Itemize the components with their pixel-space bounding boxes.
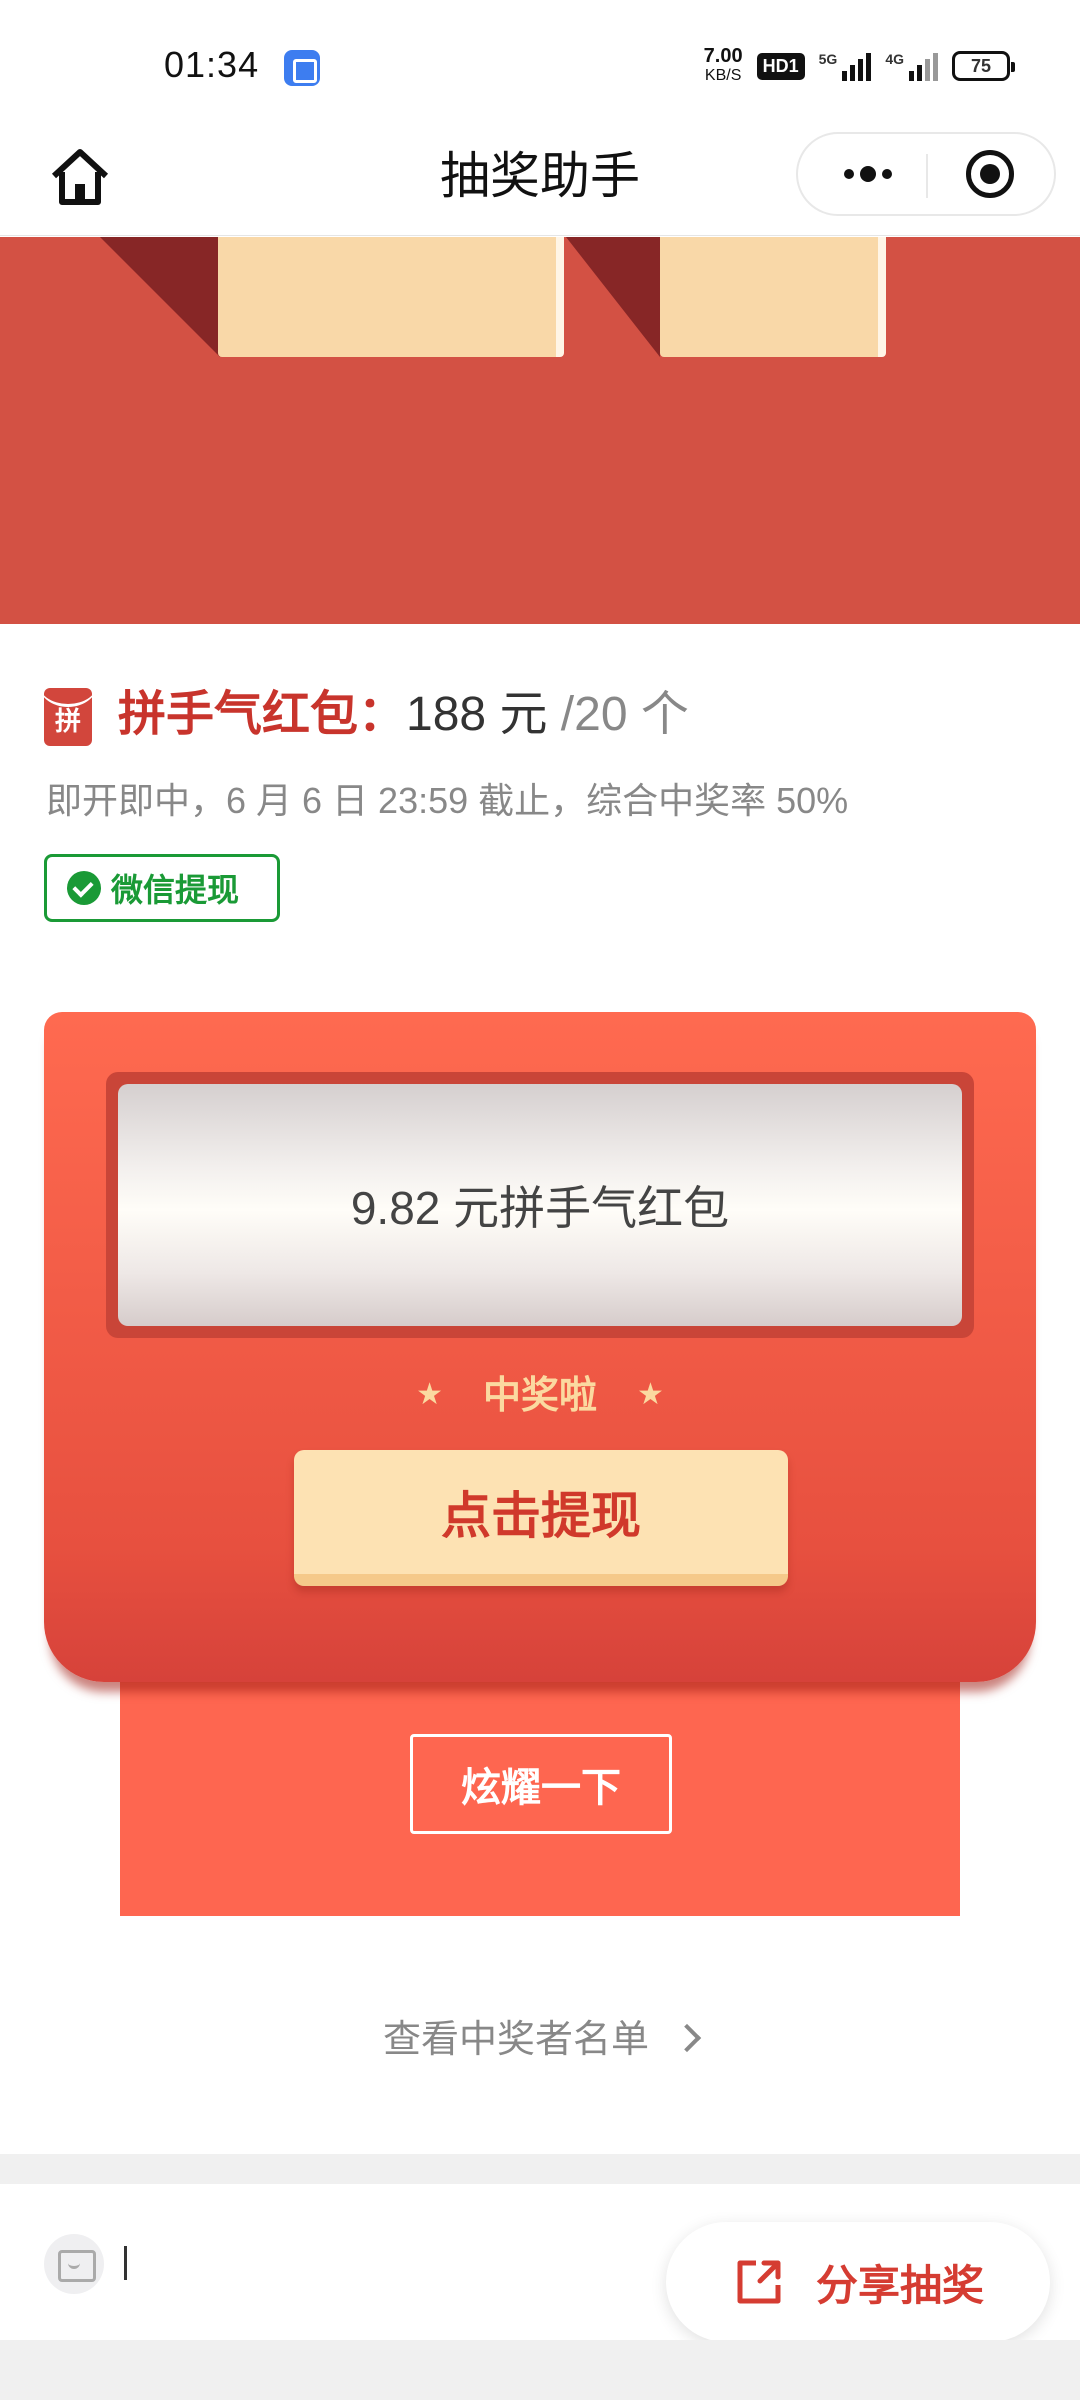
win-text: 中奖啦 bbox=[482, 1375, 597, 1417]
share-label: 分享抽奖 bbox=[815, 2261, 984, 2309]
prize-count: /20 个 bbox=[547, 688, 689, 741]
prize-name: 拼手气红包： bbox=[118, 688, 407, 741]
close-miniprogram-icon[interactable] bbox=[966, 150, 1014, 198]
more-icon[interactable] bbox=[818, 134, 918, 214]
prize-ticket: 9.82 元拼手气红包 bbox=[118, 1084, 962, 1326]
show-off-button[interactable]: 炫耀一下 bbox=[410, 1734, 672, 1834]
bottom-spacer bbox=[0, 2340, 1080, 2400]
signal-4g-icon: 4G bbox=[885, 51, 938, 81]
view-winners-label: 查看中奖者名单 bbox=[382, 2019, 649, 2061]
ticket-text: 9.82 元拼手气红包 bbox=[350, 1182, 730, 1234]
network-speed: 7.00 KB/S bbox=[703, 45, 743, 84]
star-icon: ★ bbox=[416, 1378, 443, 1411]
banner-card bbox=[218, 237, 564, 357]
status-bar: 01:34 7.00 KB/S HD1 5G 4G 75 bbox=[0, 0, 1080, 130]
nav-bar: 抽奖助手 bbox=[0, 130, 1080, 236]
status-time: 01:34 bbox=[164, 44, 260, 85]
section-divider bbox=[0, 2154, 1080, 2184]
prize-amount: 188 元 bbox=[406, 688, 548, 741]
prize-title: 拼手气红包：188 元 /20 个 bbox=[118, 682, 689, 748]
banner-card bbox=[660, 237, 886, 357]
star-icon: ★ bbox=[637, 1378, 664, 1411]
miniprogram-capsule bbox=[796, 132, 1056, 216]
user-avatar[interactable] bbox=[44, 2234, 104, 2294]
share-lottery-button[interactable]: 分享抽奖 bbox=[666, 2222, 1050, 2342]
signal-5g-icon: 5G bbox=[819, 51, 872, 81]
withdraw-button[interactable]: 点击提现 bbox=[294, 1450, 788, 1586]
win-banner: ★ 中奖啦 ★ bbox=[44, 1364, 1036, 1419]
banner-shadow bbox=[566, 237, 660, 357]
chevron-right-icon bbox=[672, 2023, 702, 2053]
pin-redpacket-icon: 拼 bbox=[44, 688, 92, 746]
capsule-divider bbox=[926, 154, 928, 198]
banner-shadow bbox=[100, 237, 220, 357]
hd-icon: HD1 bbox=[756, 52, 805, 80]
app-notification-icon bbox=[284, 50, 320, 86]
bottom-bar: 分享抽奖 bbox=[0, 2184, 1080, 2342]
share-icon bbox=[732, 2255, 786, 2309]
text-caret bbox=[124, 2246, 127, 2280]
banner bbox=[0, 237, 1080, 624]
status-indicators: 7.00 KB/S HD1 5G 4G 75 bbox=[703, 44, 1015, 88]
ticket-frame: 9.82 元拼手气红包 bbox=[106, 1072, 974, 1338]
red-envelope: 9.82 元拼手气红包 ★ 中奖啦 ★ 点击提现 bbox=[44, 1012, 1036, 1682]
wechat-withdraw-tag: 微信提现 bbox=[44, 854, 280, 922]
battery-icon: 75 bbox=[952, 51, 1015, 81]
envelope-pocket: 炫耀一下 bbox=[120, 1650, 960, 1916]
wechat-check-icon bbox=[67, 871, 101, 905]
wechat-withdraw-label: 微信提现 bbox=[111, 872, 240, 908]
prize-description: 即开即中，6 月 6 日 23:59 截止，综合中奖率 50% bbox=[46, 780, 849, 821]
view-winners-link[interactable]: 查看中奖者名单 bbox=[0, 2010, 1080, 2070]
